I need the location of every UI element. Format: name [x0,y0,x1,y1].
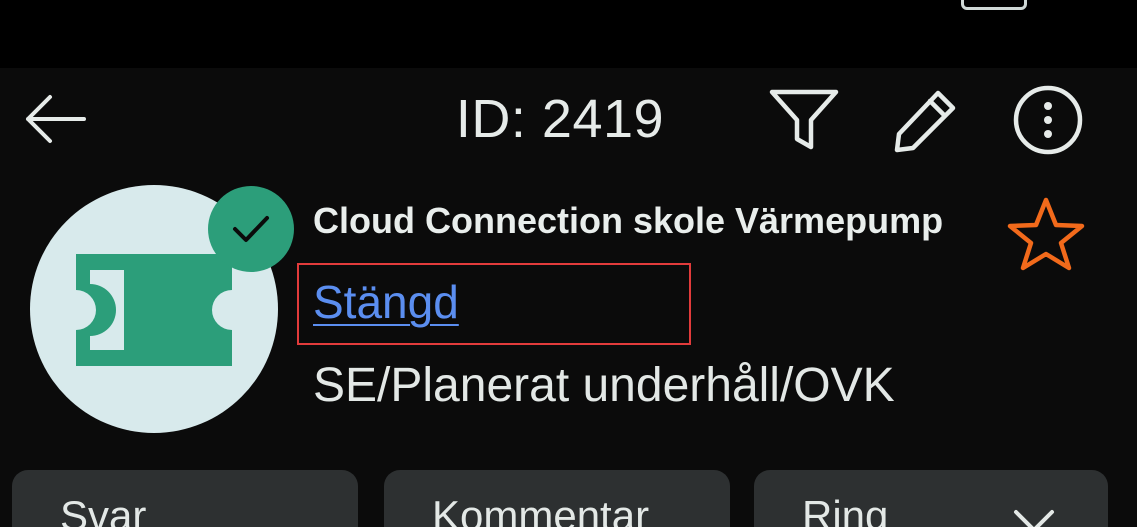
ticket-detail-screen: ID: 2419 Cloud Connection skole Värmepum… [0,0,1137,527]
star-outline-icon [1007,197,1085,271]
edit-button[interactable] [886,82,966,158]
resolved-badge [208,186,294,272]
filter-button[interactable] [764,82,844,158]
comment-button-label: Kommentar [432,492,650,527]
pencil-icon [894,90,956,153]
more-vertical-icon [1013,85,1083,155]
check-icon [233,216,269,242]
call-button-label: Ring [802,492,889,527]
page-title: ID: 2419 [455,89,665,149]
ticket-icon [76,254,232,366]
comment-button[interactable]: Kommentar [384,470,730,527]
ticket-status-link[interactable]: Stängd [313,270,459,334]
call-button[interactable]: Ring [754,470,1108,527]
signal-icon [120,0,180,6]
favorite-button[interactable] [1002,192,1090,276]
chevron-down-icon [1014,510,1054,527]
reply-button-label: Svar [60,492,147,527]
more-options-button[interactable] [1008,82,1088,158]
ticket-category: SE/Planerat underhåll/OVK [313,359,895,412]
status-bar [0,0,1137,68]
reply-button[interactable]: Svar [12,470,358,527]
ticket-subject: Cloud Connection skole Värmepump [313,200,944,241]
filter-icon [769,89,839,150]
arrow-back-icon [26,95,86,143]
back-button[interactable] [14,84,94,154]
battery-icon [961,0,1027,10]
